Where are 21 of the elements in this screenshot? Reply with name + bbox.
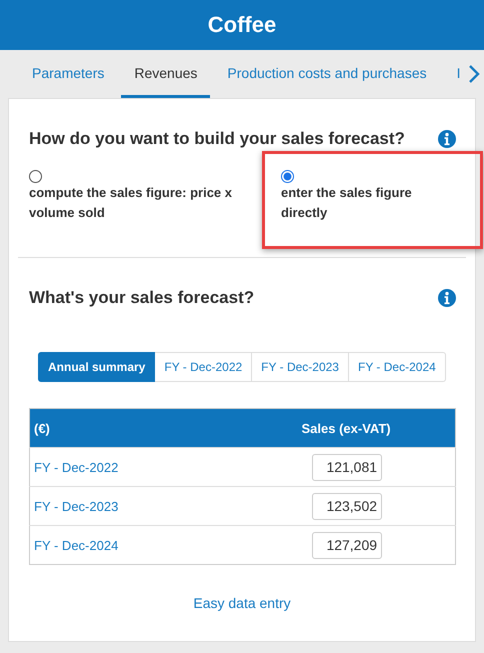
period-label: FY - Dec-2024 — [34, 538, 118, 552]
period-tab[interactable]: Annual summary — [38, 352, 156, 382]
column-header: Sales (ex-VAT) — [237, 408, 456, 448]
page-title: Coffee — [208, 12, 276, 38]
option-label: compute the sales figure: price x volume sold — [29, 185, 232, 220]
period-label: FY - Dec-2022 — [34, 460, 118, 474]
period-tab[interactable]: FY - Dec-2024 — [348, 352, 446, 382]
question-heading: What's your sales forecast? — [29, 288, 254, 308]
easy-data-entry-link[interactable]: Easy data entry — [193, 595, 291, 611]
tab[interactable]: Production costs and purchases — [214, 50, 440, 98]
sales-input[interactable]: 123,502 — [312, 492, 382, 520]
tab[interactable]: Parameters — [19, 50, 118, 98]
sales-input[interactable]: 127,209 — [312, 532, 382, 558]
column-header: (€) — [30, 408, 238, 448]
question-heading: How do you want to build your sales forecast? — [29, 129, 405, 149]
period-tab[interactable]: FY - Dec-2022 — [155, 352, 252, 382]
period-label: FY - Dec-2023 — [34, 498, 118, 514]
option-label: enter the sales figure directly — [281, 185, 412, 220]
tab[interactable]: I — [444, 50, 474, 98]
sales-input[interactable]: 121,081 — [312, 454, 382, 480]
period-tab[interactable]: FY - Dec-2023 — [252, 352, 349, 382]
